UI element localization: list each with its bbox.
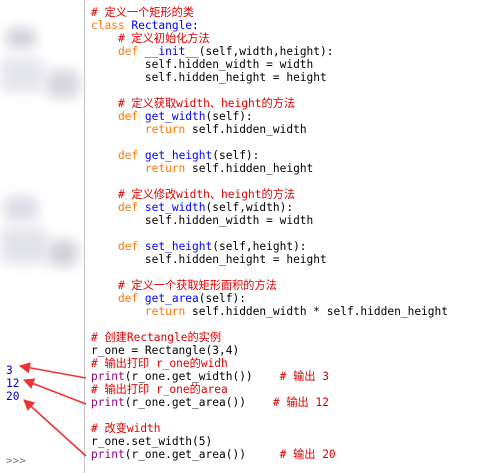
arrow-to-output-20: [23, 399, 87, 457]
annotation-arrows: [18, 362, 87, 457]
arrow-to-output-3: [18, 362, 87, 379]
arrow-to-output-12: [22, 378, 87, 405]
